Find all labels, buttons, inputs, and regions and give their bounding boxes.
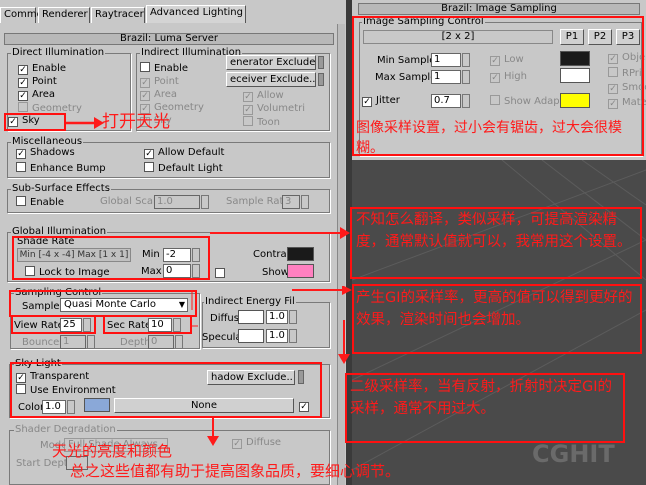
- luma-server-rollout-header[interactable]: Brazil: Luma Server: [4, 33, 334, 45]
- direct-point-checkbox[interactable]: ✓ Point: [18, 76, 57, 89]
- show-color-swatch[interactable]: [287, 264, 314, 278]
- global-scale-spinner[interactable]: [201, 195, 209, 209]
- bounces-field[interactable]: 1: [60, 335, 86, 349]
- shade-rate-arrow: [210, 227, 350, 239]
- check-icon: ✓: [18, 65, 28, 75]
- check-icon: ✓: [18, 91, 28, 101]
- check-icon: ✓: [243, 105, 253, 115]
- check-icon: ✓: [140, 78, 150, 88]
- check-icon: ✓: [232, 439, 242, 449]
- generator-exclude-button[interactable]: enerator Exclude..: [226, 55, 316, 70]
- tab-renderer[interactable]: Renderer: [38, 7, 90, 23]
- show-label: Show: [262, 267, 289, 278]
- shade-rate-highlight-box: [12, 236, 210, 280]
- checkbox-icon: [18, 102, 28, 112]
- receiver-exclude-toggle[interactable]: [318, 73, 324, 86]
- indirect-volumetric-checkbox[interactable]: ✓ Volumetri: [243, 103, 305, 116]
- check-icon: ✓: [144, 149, 154, 159]
- checkbox-icon: [16, 162, 26, 172]
- check-icon: ✓: [140, 91, 150, 101]
- indirect-point-checkbox[interactable]: ✓ Point: [140, 76, 179, 89]
- left-scrollbar[interactable]: [337, 24, 345, 485]
- image-sampling-rollout-header[interactable]: Brazil: Image Sampling: [358, 3, 640, 15]
- sss-title: Sub-Surface Effects: [11, 183, 111, 194]
- shade-rate-annotation: 不知怎么翻译，类似采样，可提高渲染精度，通常默认值就可以，我常用这个设置。: [356, 212, 632, 250]
- allow-default-checkbox[interactable]: ✓ Allow Default: [144, 147, 224, 160]
- check-icon: ✓: [18, 78, 28, 88]
- shader-diffuse-checkbox[interactable]: ✓ Diffuse: [232, 437, 281, 450]
- view-rate-annotation: 产生GI的采样率，更高的值可以得到更好的效果，渲染时间也会增加。: [356, 290, 633, 328]
- enhance-bump-checkbox[interactable]: Enhance Bump: [16, 162, 106, 175]
- generator-exclude-toggle[interactable]: [318, 56, 324, 69]
- indirect-allow-checkbox[interactable]: ✓ Allow: [243, 90, 284, 103]
- indirect-toon-checkbox[interactable]: Toon: [243, 116, 280, 129]
- checkbox-icon: [16, 196, 26, 206]
- sample-rate-label: Sample Rate: [226, 196, 290, 207]
- direct-enable-checkbox[interactable]: ✓ Enable: [18, 63, 66, 76]
- direct-area-checkbox[interactable]: ✓ Area: [18, 89, 55, 102]
- sample-rate-spinner[interactable]: [301, 195, 309, 209]
- sky-annotation: 打开天光: [102, 112, 170, 132]
- checkbox-icon: [215, 268, 225, 278]
- global-scale-label: Global Scale: [100, 196, 162, 207]
- cghit-watermark: CGHIT: [532, 440, 615, 468]
- image-sampling-annotation: 图像采样设置，过小会有锯齿，过大会很模糊。: [356, 120, 622, 156]
- global-scale-field[interactable]: 1.0: [154, 195, 200, 209]
- tab-common[interactable]: Common: [0, 7, 49, 23]
- sky-highlight-box: [4, 113, 66, 131]
- contrast-color-swatch[interactable]: [287, 247, 314, 261]
- depth-spinner[interactable]: [175, 335, 183, 349]
- bounces-spinner[interactable]: [87, 335, 95, 349]
- tab-advanced-lighting[interactable]: Advanced Lighting: [146, 5, 246, 23]
- bounces-label: Bounces: [22, 337, 65, 348]
- tab-raytracer[interactable]: Raytracer: [91, 7, 145, 23]
- indirect-enable-checkbox[interactable]: Enable: [140, 62, 188, 75]
- indirect-area-checkbox[interactable]: ✓ Area: [140, 89, 177, 102]
- summary-annotation: 总之这些值都有助于提高图象品质，要细心调节。: [70, 462, 401, 480]
- shade-show-checkbox[interactable]: [215, 268, 229, 281]
- check-icon: ✓: [16, 149, 26, 159]
- depth-field[interactable]: 0: [148, 335, 174, 349]
- checkbox-icon: [144, 162, 154, 172]
- sky-light-highlight-box: [10, 362, 322, 418]
- shader-degradation-title: Shader Degradation: [14, 424, 117, 435]
- default-light-checkbox[interactable]: Default Light: [144, 162, 223, 175]
- check-icon: ✓: [243, 92, 253, 102]
- sec-rate-annotation: 二级采样率，当有反射，折射时决定GI的采样，通常不用过大。: [350, 379, 613, 417]
- receiver-exclude-button[interactable]: eceiver Exclude..: [226, 72, 316, 87]
- sample-rate-field[interactable]: 3: [282, 195, 300, 209]
- depth-label: Depth: [120, 337, 151, 348]
- sec-rate-arrow: [190, 320, 350, 364]
- sky-light-arrow: [207, 418, 219, 446]
- miscellaneous-title: Miscellaneous: [11, 136, 84, 147]
- shadows-checkbox[interactable]: ✓ Shadows: [16, 147, 75, 160]
- checkbox-icon: [243, 116, 253, 126]
- direct-illumination-title: Direct Illumination: [11, 47, 106, 58]
- sky-light-annotation: 天光的亮度和颜色: [52, 442, 173, 460]
- sky-arrow: [66, 117, 104, 129]
- view-rate-highlight-box: [11, 315, 96, 334]
- sss-enable-checkbox[interactable]: Enable: [16, 196, 64, 209]
- checkbox-icon: [140, 62, 150, 72]
